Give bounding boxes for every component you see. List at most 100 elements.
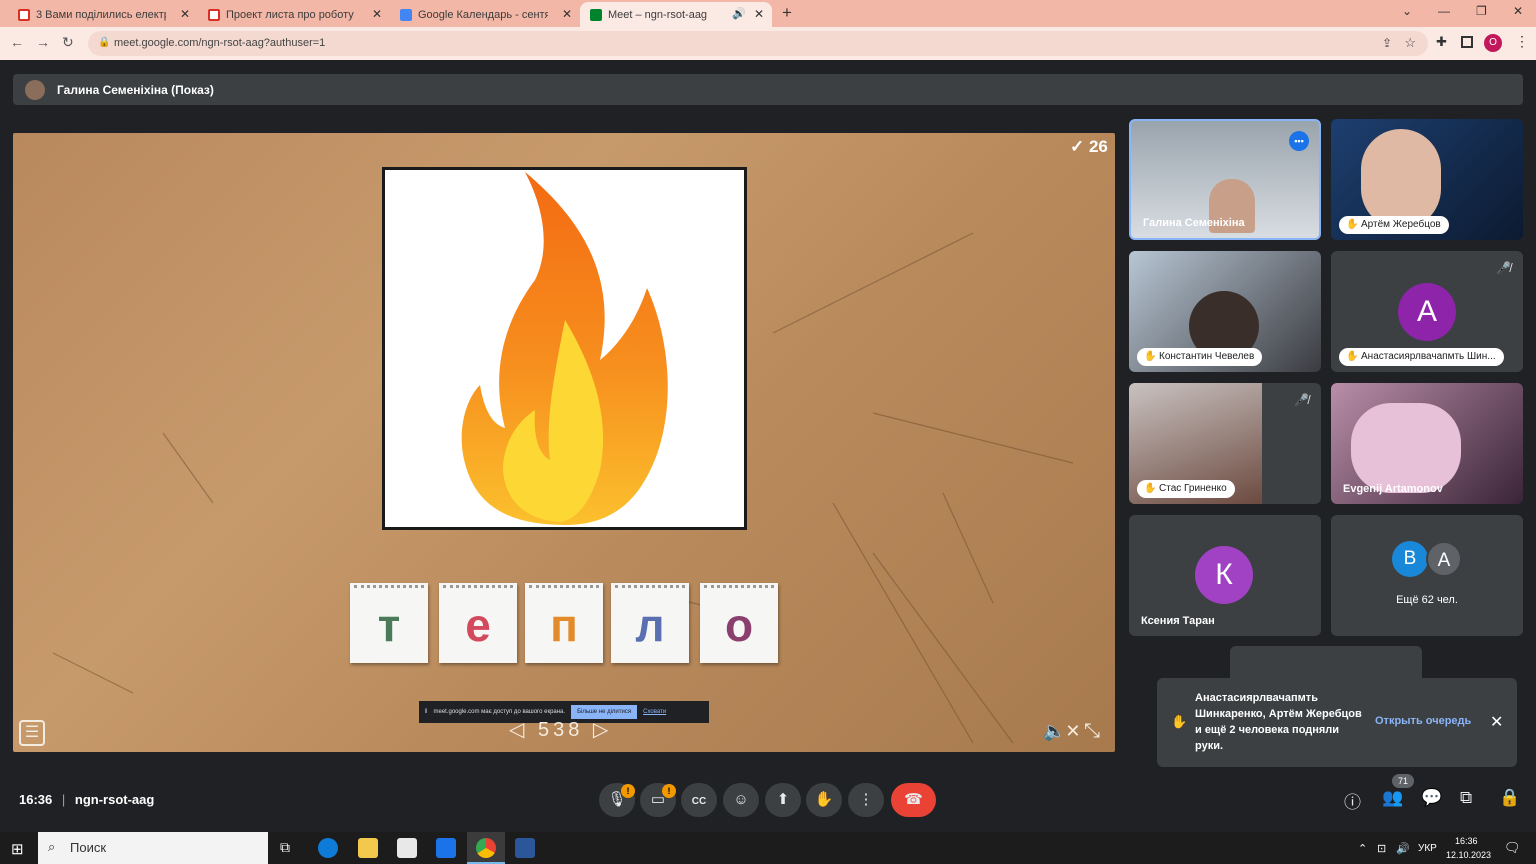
language-indicator[interactable]: УКР [1418, 843, 1437, 854]
more-vert-icon: ⋮ [858, 791, 874, 808]
address-bar[interactable]: 🔒 meet.google.com/ngn-rsot-aag?authuser=… [88, 31, 1428, 56]
chat-icon[interactable]: 💬 [1421, 788, 1442, 808]
minimize-icon[interactable]: — [1438, 4, 1450, 18]
gmail-icon [208, 8, 220, 21]
participant-avatar: А [1398, 283, 1456, 341]
mic-off-icon: 🎤̸ [1294, 393, 1309, 407]
menu-icon[interactable]: ☰ [19, 720, 45, 746]
participants-count-badge: 71 [1392, 774, 1414, 788]
letter-card[interactable]: т [350, 583, 428, 663]
tab-search-icon[interactable]: ⌄ [1402, 4, 1412, 18]
windows-start-icon[interactable]: ⊞ [11, 840, 24, 858]
speaking-icon: ▪▪▪ [1289, 131, 1309, 151]
search-icon: ⌕ [48, 839, 56, 854]
tab-label: Meet – ngn-rsot-aag [608, 8, 708, 21]
calendar-icon [400, 8, 412, 21]
more-options-button[interactable]: ⋮ [848, 783, 884, 817]
bookmark-star-icon[interactable]: ☆ [1404, 35, 1416, 51]
store-icon[interactable] [397, 838, 417, 858]
taskbar-search[interactable]: ⌕ Поиск [38, 832, 268, 864]
close-tab-icon[interactable]: ✕ [754, 7, 764, 21]
close-tab-icon[interactable]: ✕ [372, 7, 382, 21]
notifications-icon[interactable]: 🗨 [1504, 840, 1521, 856]
info-icon[interactable]: ⓘ [1344, 788, 1361, 813]
more-participants-tile[interactable]: В А Ещё 62 чел. [1331, 515, 1523, 636]
letter-card[interactable]: л [611, 583, 689, 663]
reload-icon[interactable]: ↻ [62, 34, 74, 51]
chrome-taskbar-button[interactable] [467, 832, 505, 864]
participant-tile[interactable]: ✋ Константин Чевелев [1129, 251, 1321, 372]
participant-tile[interactable]: Evgenij Artamonov [1331, 383, 1523, 504]
close-window-icon[interactable]: ✕ [1513, 4, 1523, 18]
volume-icon[interactable]: 🔊 [1396, 842, 1410, 855]
tab-calendar[interactable]: Google Календарь - сентябрь 2 ✕ [390, 2, 580, 27]
participant-name: ✋ Стас Гриненко [1137, 480, 1235, 498]
tab-gmail-1[interactable]: 3 Вами поділились електронн ✕ [8, 2, 198, 27]
clock-time[interactable]: 16:36 [1455, 836, 1478, 846]
mail-icon[interactable] [436, 838, 456, 858]
presenter-label: Галина Семеніхіна (Показ) [57, 83, 214, 97]
lock-icon: 🔒 [98, 37, 111, 48]
participant-avatar: К [1195, 546, 1253, 604]
edge-icon[interactable] [318, 838, 338, 858]
hang-up-icon: ☎ [904, 791, 923, 808]
participant-tile[interactable]: 🎤̸ ✋ Стас Гриненко [1129, 383, 1321, 504]
letter-card[interactable]: п [525, 583, 603, 663]
network-icon[interactable]: ⊡ [1377, 842, 1386, 855]
meeting-time: 16:36 [19, 792, 53, 807]
clock-date[interactable]: 12.10.2023 [1446, 850, 1491, 860]
present-screen-icon: ⬆ [776, 791, 790, 808]
letter-card[interactable]: е [439, 583, 517, 663]
host-controls-icon[interactable]: 🔒 [1499, 788, 1520, 808]
people-icon[interactable]: 👥 [1382, 788, 1403, 808]
captions-button[interactable]: CC [681, 783, 717, 817]
self-view-tile[interactable] [1230, 646, 1422, 678]
tab-label: 3 Вами поділились електронн [36, 8, 166, 21]
hide-link[interactable]: Сховати [643, 709, 666, 715]
close-tab-icon[interactable]: ✕ [180, 7, 190, 21]
meeting-info: 16:36 | ngn-rsot-aag [19, 792, 155, 807]
close-tab-icon[interactable]: ✕ [562, 7, 572, 21]
open-queue-button[interactable]: Открыть очередь [1375, 715, 1471, 727]
browser-menu-icon[interactable]: ⋮ [1515, 33, 1529, 50]
score-counter: ✓ 26 [1070, 137, 1108, 156]
activities-icon[interactable]: ⧉ [1460, 788, 1472, 808]
letter: о [724, 599, 754, 651]
present-button[interactable]: ⬆ [765, 783, 801, 817]
word-icon[interactable] [515, 838, 535, 858]
reactions-button[interactable]: ☺ [723, 783, 759, 817]
next-arrow-icon[interactable]: ▷ [593, 719, 612, 741]
back-icon[interactable]: ← [10, 34, 24, 50]
participant-tile[interactable]: 🎤̸ А ✋ Анастасиярлвачапмть Шин... [1331, 251, 1523, 372]
maximize-icon[interactable]: ❐ [1476, 4, 1487, 18]
prev-arrow-icon[interactable]: ◁ [509, 719, 528, 741]
presenter-bar: Галина Семеніхіна (Показ) [13, 74, 1523, 105]
close-icon[interactable]: ✕ [1490, 712, 1503, 732]
new-tab-button[interactable]: + [782, 3, 792, 23]
forward-icon[interactable]: → [36, 34, 50, 50]
letter-card[interactable]: о [700, 583, 778, 663]
profile-avatar[interactable]: O [1484, 34, 1502, 52]
pause-icon: ǁ [425, 709, 428, 715]
chrome-icon [476, 838, 496, 858]
leave-call-button[interactable]: ☎ [891, 783, 936, 817]
extensions-icon[interactable]: ✚ [1436, 34, 1447, 50]
file-explorer-icon[interactable] [358, 838, 378, 858]
tab-meet[interactable]: Meet – ngn-rsot-aag 🔊 ✕ [580, 2, 772, 27]
letter: л [635, 599, 665, 651]
participant-tile[interactable]: К Ксения Таран [1129, 515, 1321, 636]
side-panel-icon[interactable] [1461, 36, 1473, 48]
mute-sound-icon[interactable]: 🔈✕ [1043, 721, 1081, 742]
speaker-icon[interactable]: 🔊 [732, 7, 746, 20]
participant-tile[interactable]: ✋ Артём Жеребцов [1331, 119, 1523, 240]
tab-gmail-2[interactable]: Проект листа про роботу шко ✕ [198, 2, 390, 27]
task-view-icon[interactable]: ⧉ [280, 839, 290, 856]
letter: т [377, 599, 401, 651]
tray-chevron-icon[interactable]: ⌃ [1358, 842, 1367, 855]
exit-fullscreen-icon[interactable]: ⤡ [1084, 720, 1100, 743]
raise-hand-button[interactable]: ✋ [806, 783, 842, 817]
participant-tile[interactable]: ▪▪▪ Галина Семеніхіна [1129, 119, 1321, 240]
letter: е [465, 599, 491, 651]
page-number: 538 [537, 719, 584, 741]
share-icon[interactable]: ⇪ [1382, 36, 1392, 50]
